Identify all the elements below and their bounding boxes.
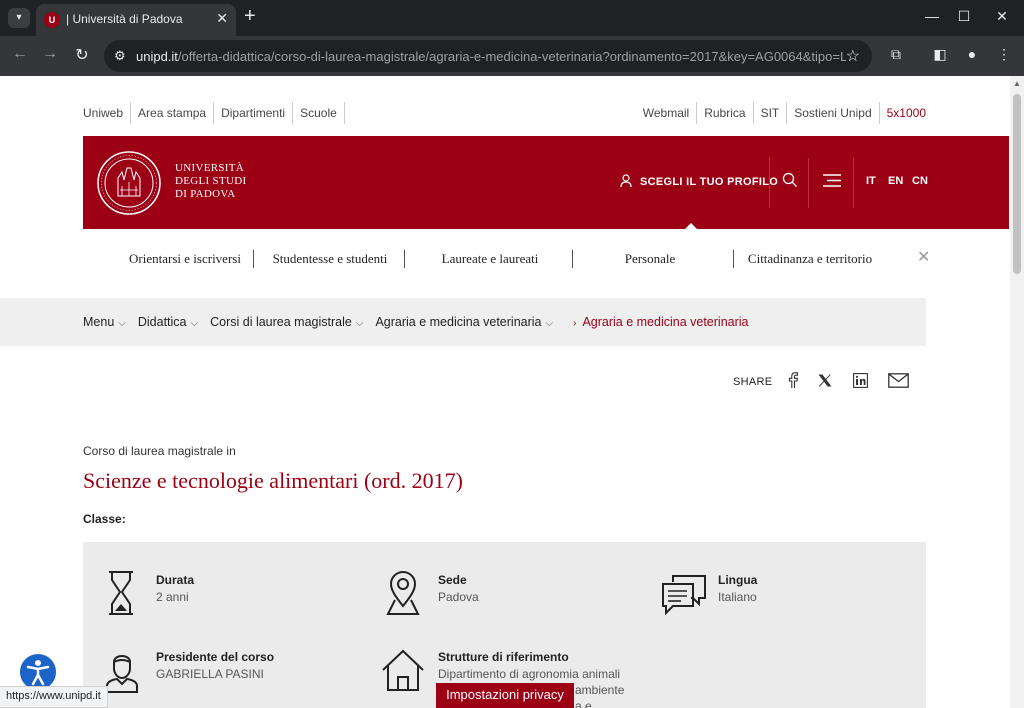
tab-close-icon[interactable]: ✕ bbox=[216, 10, 228, 27]
lang-it[interactable]: IT bbox=[866, 175, 876, 187]
extensions-icon[interactable]: ⧉ bbox=[886, 46, 906, 63]
university-logo-text[interactable]: Università degli Studi di Padova bbox=[175, 162, 246, 201]
presidente-value: GABRIELLA PASINI bbox=[156, 667, 264, 681]
side-panel-icon[interactable]: ◧ bbox=[930, 46, 950, 63]
nav-orientarsi[interactable]: Orientarsi e iscriversi bbox=[113, 251, 257, 267]
home-icon bbox=[382, 649, 424, 691]
email-icon[interactable] bbox=[888, 373, 909, 388]
nav-close-icon[interactable]: ✕ bbox=[917, 247, 930, 267]
crumb-corsi[interactable]: Corsi di laurea magistrale ⌵ bbox=[210, 315, 363, 329]
forward-icon[interactable]: → bbox=[40, 45, 60, 63]
util-link-scuole[interactable]: Scuole bbox=[293, 102, 345, 124]
util-link-dipartimenti[interactable]: Dipartimenti bbox=[214, 102, 294, 124]
scroll-thumb[interactable] bbox=[1013, 94, 1021, 274]
browser-tab[interactable]: U | Università di Padova ✕ bbox=[36, 4, 236, 36]
util-link-sostieni[interactable]: Sostieni Unipd bbox=[787, 102, 880, 124]
user-icon bbox=[620, 174, 632, 188]
crumb-current: › Agraria e medicina veterinaria bbox=[573, 315, 749, 329]
tab-search-icon[interactable]: ▾ bbox=[8, 8, 30, 28]
x-twitter-icon[interactable] bbox=[818, 374, 832, 387]
nav-cittadinanza[interactable]: Cittadinanza e territorio bbox=[743, 251, 877, 267]
privacy-settings-button[interactable]: Impostazioni privacy bbox=[436, 683, 574, 708]
lang-en[interactable]: EN bbox=[888, 175, 903, 187]
bookmark-star-icon[interactable]: ☆ bbox=[846, 46, 860, 66]
durata-value: 2 anni bbox=[156, 590, 189, 604]
location-pin-icon bbox=[386, 571, 420, 615]
crumb-agraria[interactable]: Agraria e medicina veterinaria ⌵ bbox=[375, 315, 553, 329]
hourglass-icon bbox=[109, 571, 133, 615]
reload-icon[interactable]: ↻ bbox=[72, 45, 92, 65]
choose-profile-button[interactable]: SCEGLI IL TUO PROFILO bbox=[620, 174, 778, 188]
scroll-up-icon[interactable]: ▲ bbox=[1013, 79, 1021, 88]
util-link-uniweb[interactable]: Uniweb bbox=[83, 102, 132, 124]
sede-label: Sede bbox=[438, 573, 467, 587]
status-bar-url: https://www.unipd.it bbox=[0, 686, 108, 708]
lingua-label: Lingua bbox=[718, 573, 758, 587]
profile-nav: Orientarsi e iscriversi Studentesse e st… bbox=[83, 242, 1009, 276]
crumb-menu[interactable]: Menu ⌵ bbox=[83, 315, 126, 329]
linkedin-icon[interactable] bbox=[853, 373, 868, 388]
person-icon bbox=[106, 655, 138, 693]
chevron-down-icon: ⌵ bbox=[355, 318, 364, 329]
course-subtitle: Corso di laurea magistrale in bbox=[83, 444, 236, 458]
chevron-down-icon: ⌵ bbox=[545, 318, 554, 329]
minimize-icon[interactable]: — bbox=[922, 8, 942, 24]
breadcrumb: Menu ⌵ Didattica ⌵ Corsi di laurea magistr… bbox=[83, 315, 749, 329]
header-banner: Università degli Studi di Padova SCEGLI … bbox=[83, 136, 1009, 229]
util-link-rubrica[interactable]: Rubrica bbox=[697, 102, 754, 124]
lang-cn[interactable]: CN bbox=[912, 175, 928, 187]
chevron-down-icon: ⌵ bbox=[190, 318, 199, 329]
window-close-icon[interactable]: ✕ bbox=[992, 8, 1012, 25]
presidente-label: Presidente del corso bbox=[156, 650, 275, 664]
web-page: Uniweb Area stampa Dipartimenti Scuole W… bbox=[0, 76, 1010, 708]
profile-notch bbox=[685, 223, 697, 229]
nav-personale[interactable]: Personale bbox=[593, 251, 707, 267]
facebook-icon[interactable] bbox=[787, 372, 799, 388]
profile-icon[interactable]: ● bbox=[962, 46, 982, 62]
util-link-sit[interactable]: SIT bbox=[754, 102, 788, 124]
breadcrumb-bar: Menu ⌵ Didattica ⌵ Corsi di laurea magistr… bbox=[0, 298, 926, 346]
accessibility-icon bbox=[26, 660, 50, 686]
sede-value: Padova bbox=[438, 590, 479, 604]
nav-laureate[interactable]: Laureate e laureati bbox=[423, 251, 557, 267]
browser-menu-icon[interactable]: ⋮ bbox=[994, 46, 1014, 63]
chevron-down-icon: ⌵ bbox=[118, 318, 126, 329]
crumb-didattica[interactable]: Didattica ⌵ bbox=[138, 315, 198, 329]
university-seal-icon[interactable] bbox=[96, 150, 162, 216]
page-title: Scienze e tecnologie alimentari (ord. 20… bbox=[83, 468, 463, 493]
address-bar[interactable]: ⚙ unipd.it/offerta-didattica/corso-di-la… bbox=[104, 40, 872, 72]
utility-bar: Uniweb Area stampa Dipartimenti Scuole W… bbox=[83, 102, 926, 124]
nav-studentesse[interactable]: Studentesse e studenti bbox=[268, 251, 392, 267]
durata-label: Durata bbox=[156, 573, 195, 587]
site-info-icon[interactable]: ⚙ bbox=[114, 48, 126, 64]
classe-label: Classe: bbox=[83, 512, 126, 526]
share-label: SHARE bbox=[733, 376, 773, 388]
browser-toolbar: ← → ↻ ⚙ unipd.it/offerta-didattica/corso… bbox=[0, 36, 1024, 76]
util-link-area-stampa[interactable]: Area stampa bbox=[131, 102, 215, 124]
strutture-value-line1[interactable]: Dipartimento di agronomia animali bbox=[438, 666, 620, 682]
tab-title: | Università di Padova bbox=[66, 12, 183, 26]
favicon-icon: U bbox=[44, 12, 60, 28]
hamburger-menu-icon[interactable] bbox=[823, 174, 841, 187]
browser-tab-bar: ▾ U | Università di Padova ✕ + — ☐ ✕ bbox=[0, 0, 1024, 36]
lingua-value: Italiano bbox=[718, 590, 757, 604]
speech-bubbles-icon bbox=[662, 575, 706, 616]
util-link-webmail[interactable]: Webmail bbox=[636, 102, 698, 124]
url-text[interactable]: unipd.it/offerta-didattica/corso-di-laur… bbox=[136, 49, 846, 64]
page-scrollbar[interactable]: ▲ bbox=[1010, 76, 1024, 708]
chevron-right-icon: › bbox=[573, 318, 577, 329]
strutture-label: Strutture di riferimento bbox=[438, 650, 569, 664]
strutture-value-line3[interactable]: a e bbox=[575, 698, 592, 708]
search-icon[interactable] bbox=[782, 172, 798, 188]
new-tab-icon[interactable]: + bbox=[244, 6, 256, 26]
maximize-icon[interactable]: ☐ bbox=[954, 8, 974, 25]
util-link-5x1000[interactable]: 5x1000 bbox=[880, 102, 926, 124]
strutture-value-line2[interactable]: ambiente bbox=[575, 682, 624, 698]
back-icon[interactable]: ← bbox=[10, 45, 30, 63]
